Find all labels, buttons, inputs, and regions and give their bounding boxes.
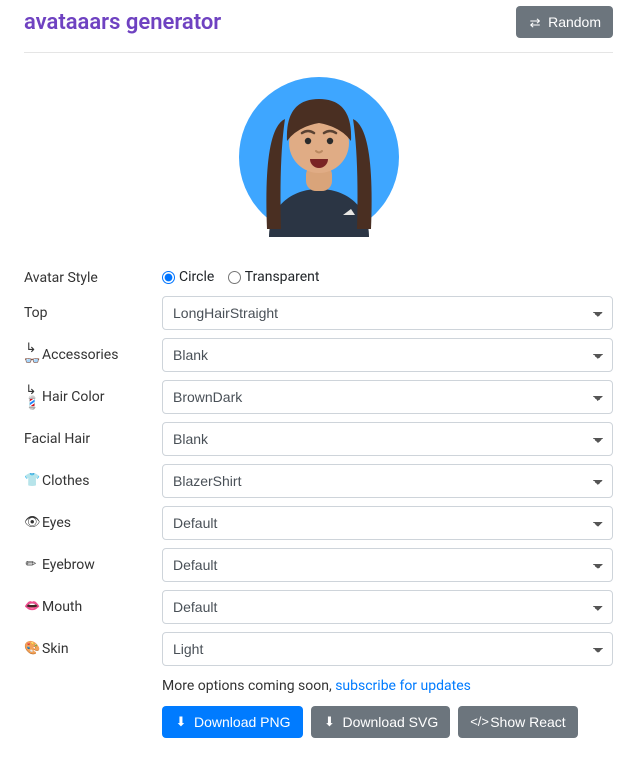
clothes-label: Clothes xyxy=(42,473,89,489)
random-icon: ⇄ xyxy=(528,16,542,29)
mouth-select[interactable]: Default xyxy=(162,590,613,624)
header-row: avataaars generator ⇄ Random xyxy=(24,0,613,53)
code-icon: </> xyxy=(470,715,484,728)
clothes-select[interactable]: BlazerShirt xyxy=(162,464,613,498)
eyebrow-label: Eyebrow xyxy=(42,557,95,573)
eyes-icon: 👁 xyxy=(24,516,38,529)
skin-label: Skin xyxy=(42,641,69,657)
download-icon: ⬇ xyxy=(174,715,188,728)
accessories-label: Accessories xyxy=(42,347,118,363)
radio-transparent[interactable]: Transparent xyxy=(228,269,320,285)
radio-circle[interactable]: Circle xyxy=(162,269,214,285)
skin-select[interactable]: Light xyxy=(162,632,613,666)
skin-icon: 🎨 xyxy=(24,642,38,655)
haircolor-label: Hair Color xyxy=(42,389,104,405)
haircolor-select[interactable]: BrownDark xyxy=(162,380,613,414)
accessories-select[interactable]: Blank xyxy=(162,338,613,372)
page-title: avataaars generator xyxy=(24,10,221,35)
radio-transparent-input[interactable] xyxy=(228,271,241,284)
top-label: Top xyxy=(24,305,48,321)
avatar-style-label: Avatar Style xyxy=(24,270,162,286)
facialhair-label: Facial Hair xyxy=(24,431,90,447)
avatar-image xyxy=(239,69,399,245)
more-options-text: More options coming soon, subscribe for … xyxy=(162,678,613,694)
clothes-icon: 👕 xyxy=(24,474,38,487)
eyes-select[interactable]: Default xyxy=(162,506,613,540)
haircolor-icon: ↳ 💈 xyxy=(24,384,38,410)
download-icon: ⬇ xyxy=(323,715,337,728)
eyebrow-icon: ✏ xyxy=(24,558,38,571)
mouth-icon: 👄 xyxy=(24,600,38,613)
mouth-label: Mouth xyxy=(42,599,82,615)
subscribe-link[interactable]: subscribe for updates xyxy=(335,678,471,694)
random-button[interactable]: ⇄ Random xyxy=(516,6,613,38)
eyebrow-select[interactable]: Default xyxy=(162,548,613,582)
facialhair-select[interactable]: Blank xyxy=(162,422,613,456)
avatar-preview xyxy=(24,69,613,249)
eyes-label: Eyes xyxy=(42,515,71,531)
top-select[interactable]: LongHairStraight xyxy=(162,296,613,330)
radio-circle-input[interactable] xyxy=(162,271,175,284)
accessories-icon: ↳ 👓 xyxy=(24,342,38,368)
